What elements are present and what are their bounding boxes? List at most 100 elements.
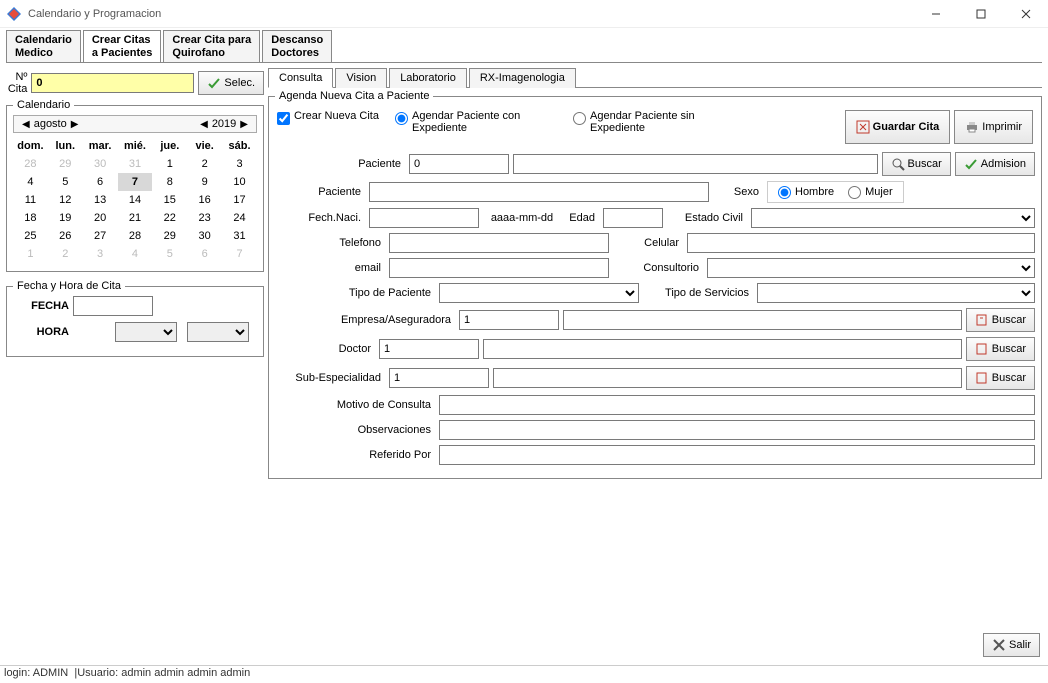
calendar-day[interactable]: 16 <box>187 191 222 209</box>
hora-select-2[interactable] <box>187 322 249 342</box>
maximize-button[interactable] <box>958 0 1003 28</box>
calendar-day[interactable]: 13 <box>83 191 118 209</box>
email-input[interactable] <box>389 258 609 278</box>
fecha-input[interactable] <box>73 296 153 316</box>
calendar-day[interactable]: 29 <box>152 227 187 245</box>
motivo-input[interactable] <box>439 395 1035 415</box>
calendar-day[interactable]: 6 <box>187 245 222 263</box>
paciente-name-input[interactable] <box>513 154 878 174</box>
edad-input[interactable] <box>603 208 663 228</box>
telefono-input[interactable] <box>389 233 609 253</box>
buscar-empresa-button[interactable]: Buscar <box>966 308 1035 332</box>
calendar-day[interactable]: 30 <box>187 227 222 245</box>
calendar-day[interactable]: 5 <box>152 245 187 263</box>
calendar-day[interactable]: 6 <box>83 173 118 191</box>
empresa-id-input[interactable] <box>459 310 559 330</box>
subtab-vision[interactable]: Vision <box>335 68 387 88</box>
salir-button[interactable]: Salir <box>983 633 1040 657</box>
calendar-day[interactable]: 10 <box>222 173 257 191</box>
calendar-day[interactable]: 25 <box>13 227 48 245</box>
buscar-subesp-button[interactable]: Buscar <box>966 366 1035 390</box>
tipo-paciente-select[interactable] <box>439 283 639 303</box>
close-button[interactable] <box>1003 0 1048 28</box>
fech-naci-input[interactable] <box>369 208 479 228</box>
agendar-con-expediente-radio[interactable] <box>395 112 408 125</box>
admision-button[interactable]: Admision <box>955 152 1035 176</box>
opt-agendar-con-expediente[interactable]: Agendar Paciente con Expediente <box>395 110 565 134</box>
calendar-day[interactable]: 7 <box>118 173 153 191</box>
paciente-id-input[interactable] <box>409 154 509 174</box>
calendar-day[interactable]: 12 <box>48 191 83 209</box>
sub-esp-name-input[interactable] <box>493 368 962 388</box>
calendar-day[interactable]: 28 <box>118 227 153 245</box>
doctor-name-input[interactable] <box>483 339 962 359</box>
crear-nueva-cita-checkbox[interactable] <box>277 112 290 125</box>
calendar-day[interactable]: 9 <box>187 173 222 191</box>
tab-descanso-doctores[interactable]: DescansoDoctores <box>262 30 332 62</box>
calendar-day[interactable]: 31 <box>118 155 153 173</box>
tipo-servicios-select[interactable] <box>757 283 1035 303</box>
buscar-doctor-button[interactable]: Buscar <box>966 337 1035 361</box>
num-cita-input[interactable] <box>31 73 194 93</box>
prev-year-button[interactable]: ◀ <box>196 119 212 130</box>
calendar-day[interactable]: 2 <box>48 245 83 263</box>
sexo-hombre-option[interactable]: Hombre <box>778 186 834 199</box>
subtab-rx[interactable]: RX-Imagenologia <box>469 68 576 88</box>
calendar-day[interactable]: 24 <box>222 209 257 227</box>
calendar-day[interactable]: 5 <box>48 173 83 191</box>
calendar-day[interactable]: 3 <box>83 245 118 263</box>
calendar-day[interactable]: 28 <box>13 155 48 173</box>
hora-select-1[interactable] <box>115 322 177 342</box>
calendar-day[interactable]: 19 <box>48 209 83 227</box>
prev-month-button[interactable]: ◀ <box>18 119 34 130</box>
calendar-day[interactable]: 11 <box>13 191 48 209</box>
calendar-day[interactable]: 27 <box>83 227 118 245</box>
calendar-day[interactable]: 31 <box>222 227 257 245</box>
buscar-paciente-button[interactable]: Buscar <box>882 152 951 176</box>
calendar-day[interactable]: 30 <box>83 155 118 173</box>
calendar-day[interactable]: 3 <box>222 155 257 173</box>
calendar-day[interactable]: 4 <box>13 173 48 191</box>
calendar-day[interactable]: 22 <box>152 209 187 227</box>
opt-crear-nueva-cita[interactable]: Crear Nueva Cita <box>277 110 387 125</box>
calendar-day[interactable]: 23 <box>187 209 222 227</box>
observaciones-input[interactable] <box>439 420 1035 440</box>
sub-esp-id-input[interactable] <box>389 368 489 388</box>
calendar-day[interactable]: 1 <box>152 155 187 173</box>
referido-input[interactable] <box>439 445 1035 465</box>
calendar-day[interactable]: 4 <box>118 245 153 263</box>
tab-crear-citas-pacientes[interactable]: Crear Citasa Pacientes <box>83 30 162 62</box>
select-button[interactable]: Selec. <box>198 71 264 95</box>
calendar-day[interactable]: 14 <box>118 191 153 209</box>
calendar-day[interactable]: 18 <box>13 209 48 227</box>
sexo-mujer-option[interactable]: Mujer <box>848 186 893 199</box>
doctor-id-input[interactable] <box>379 339 479 359</box>
imprimir-button[interactable]: Imprimir <box>954 110 1033 144</box>
calendar-day[interactable]: 29 <box>48 155 83 173</box>
calendar-day[interactable]: 15 <box>152 191 187 209</box>
next-month-button[interactable]: ▶ <box>67 119 83 130</box>
guardar-cita-button[interactable]: Guardar Cita <box>845 110 951 144</box>
calendar-day[interactable]: 17 <box>222 191 257 209</box>
calendar-day[interactable]: 7 <box>222 245 257 263</box>
estado-civil-select[interactable] <box>751 208 1035 228</box>
subtab-laboratorio[interactable]: Laboratorio <box>389 68 467 88</box>
calendar-day[interactable]: 8 <box>152 173 187 191</box>
agendar-sin-expediente-radio[interactable] <box>573 112 586 125</box>
opt-agendar-sin-expediente[interactable]: Agendar Paciente sin Expediente <box>573 110 743 134</box>
tab-crear-cita-quirofano[interactable]: Crear Cita paraQuirofano <box>163 30 260 62</box>
calendar-day[interactable]: 1 <box>13 245 48 263</box>
paciente2-input[interactable] <box>369 182 709 202</box>
next-year-button[interactable]: ▶ <box>236 119 252 130</box>
calendar-day[interactable]: 26 <box>48 227 83 245</box>
empresa-name-input[interactable] <box>563 310 962 330</box>
calendar-day[interactable]: 20 <box>83 209 118 227</box>
consultorio-select[interactable] <box>707 258 1035 278</box>
sexo-mujer-radio[interactable] <box>848 186 861 199</box>
calendar-day[interactable]: 21 <box>118 209 153 227</box>
tab-calendario-medico[interactable]: CalendarioMedico <box>6 30 81 62</box>
subtab-consulta[interactable]: Consulta <box>268 68 333 88</box>
sexo-hombre-radio[interactable] <box>778 186 791 199</box>
calendar-day[interactable]: 2 <box>187 155 222 173</box>
celular-input[interactable] <box>687 233 1035 253</box>
